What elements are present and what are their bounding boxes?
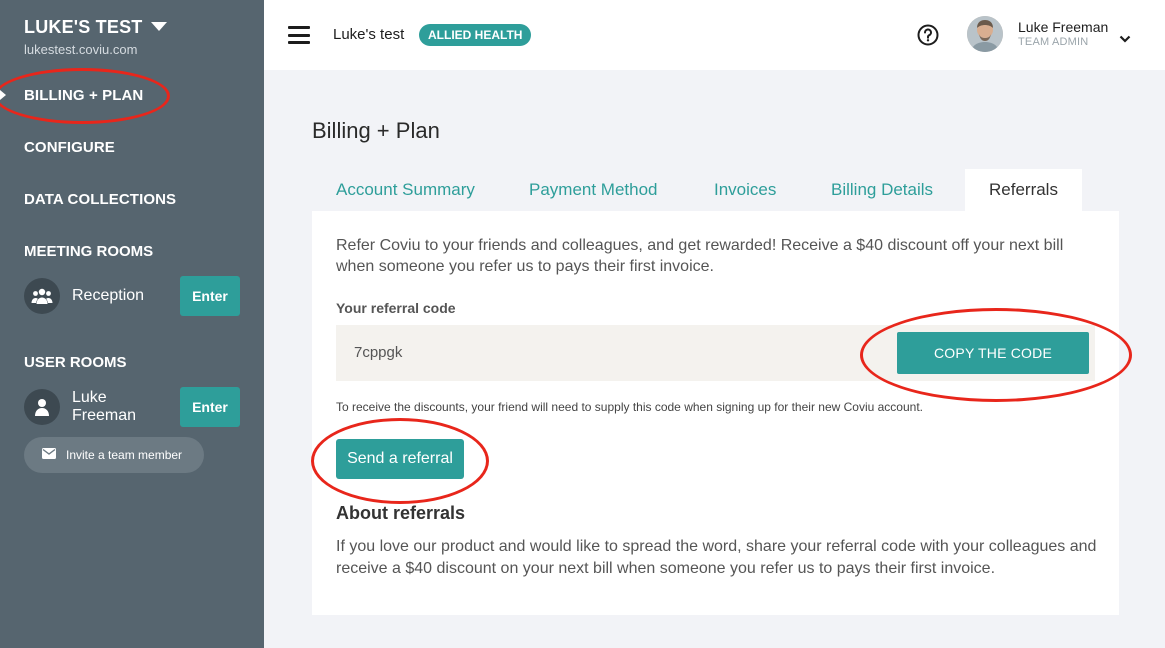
menu-icon[interactable] <box>288 26 310 44</box>
nav-configure[interactable]: CONFIGURE <box>24 139 115 156</box>
user-room-luke-freeman: Luke Freeman Enter <box>24 387 240 427</box>
sidebar: LUKE'S TEST lukestest.coviu.com BILLING … <box>0 0 264 648</box>
workspace-name: Luke's test <box>333 26 405 43</box>
referral-hint: To receive the discounts, your friend wi… <box>336 400 923 414</box>
referrals-panel: Refer Coviu to your friends and colleagu… <box>312 211 1119 615</box>
org-name: LUKE'S TEST <box>24 17 143 37</box>
meeting-rooms-title: MEETING ROOMS <box>24 243 154 260</box>
user-role: TEAM ADMIN <box>1018 36 1089 48</box>
user-name[interactable]: Luke Freeman <box>1018 19 1108 35</box>
caret-down-icon <box>150 21 167 31</box>
plan-badge: ALLIED HEALTH <box>419 24 532 46</box>
enter-reception-button[interactable]: Enter <box>180 276 240 316</box>
room-label: Luke Freeman <box>72 389 136 425</box>
tab-account-summary[interactable]: Account Summary <box>336 169 475 211</box>
group-icon <box>24 278 60 314</box>
chevron-down-icon[interactable] <box>1119 30 1131 48</box>
help-icon[interactable] <box>917 24 939 46</box>
room-label-line2: Freeman <box>72 407 137 424</box>
referral-intro: Refer Coviu to your friends and colleagu… <box>336 237 1064 275</box>
send-referral-button[interactable]: Send a referral <box>336 439 464 479</box>
page-title: Billing + Plan <box>312 118 440 143</box>
tab-billing-details[interactable]: Billing Details <box>831 169 933 211</box>
nav-billing-plan[interactable]: BILLING + PLAN <box>24 87 143 104</box>
user-avatar[interactable] <box>967 16 1003 52</box>
about-referrals-title: About referrals <box>336 503 466 523</box>
room-label: Reception <box>72 287 145 304</box>
active-indicator-icon <box>0 90 6 100</box>
tab-invoices[interactable]: Invoices <box>714 169 776 211</box>
enter-user-room-button[interactable]: Enter <box>180 387 240 427</box>
invite-label: Invite a team member <box>66 448 183 462</box>
user-rooms-title: USER ROOMS <box>24 354 127 371</box>
referral-code-value[interactable]: 7cppgk <box>354 344 402 361</box>
referral-code-label: Your referral code <box>336 300 456 316</box>
nav-data-collections[interactable]: DATA COLLECTIONS <box>24 191 176 208</box>
org-url: lukestest.coviu.com <box>24 42 138 57</box>
meeting-room-reception: Reception Enter <box>24 276 240 316</box>
room-label-line1: Luke <box>72 389 107 406</box>
referral-code-box: 7cppgk COPY THE CODE <box>336 325 1095 381</box>
envelope-icon <box>42 448 56 462</box>
invite-team-member-button[interactable]: Invite a team member <box>24 437 204 473</box>
person-icon <box>24 389 60 425</box>
tab-payment-method[interactable]: Payment Method <box>529 169 658 211</box>
tab-referrals[interactable]: Referrals <box>965 169 1082 211</box>
org-switcher[interactable]: LUKE'S TEST <box>24 17 167 38</box>
top-bar: Luke's test ALLIED HEALTH Luke Freeman T… <box>264 0 1165 70</box>
about-referrals-text: If you love our product and would like t… <box>336 538 1097 577</box>
copy-code-button[interactable]: COPY THE CODE <box>897 332 1089 374</box>
